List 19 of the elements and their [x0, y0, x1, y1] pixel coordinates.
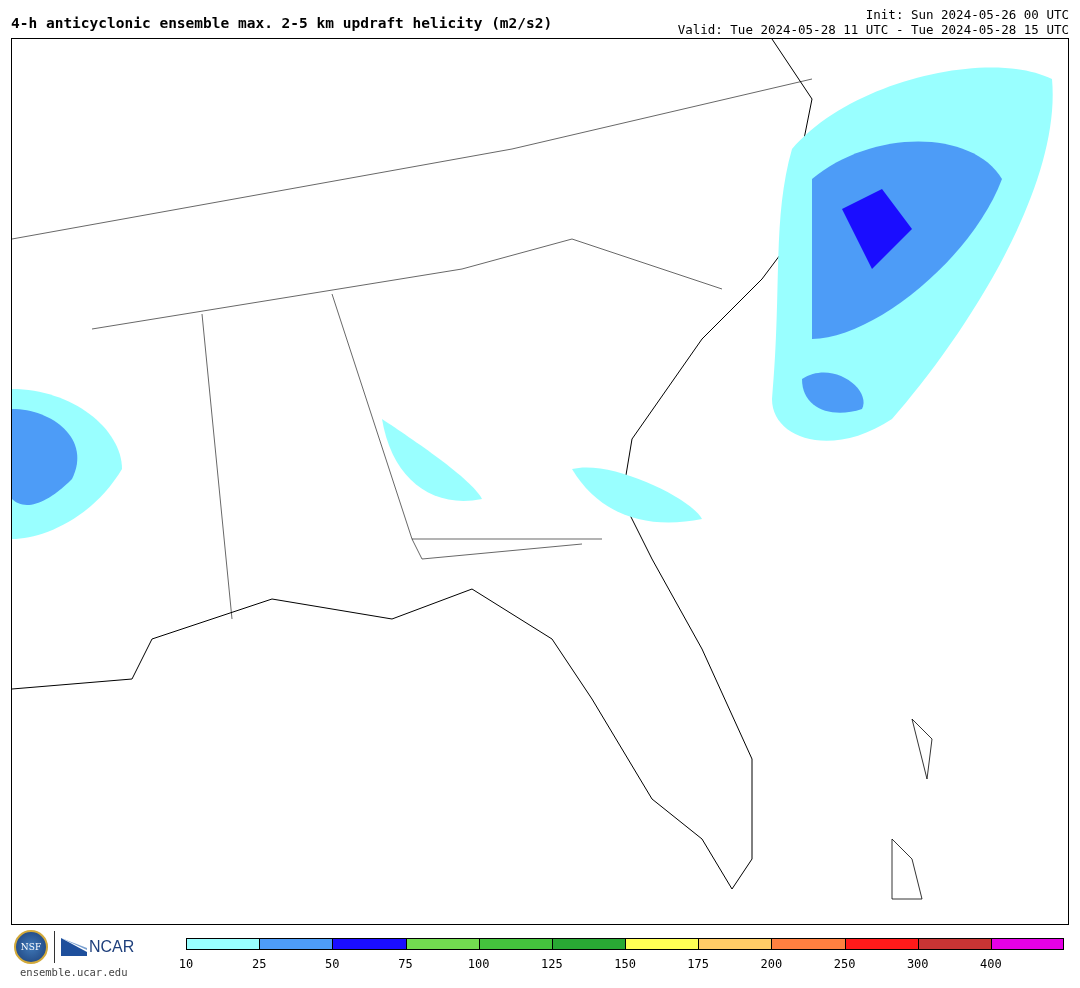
colorbar-tick-label: 400	[980, 957, 1002, 971]
valid-time: Valid: Tue 2024-05-28 11 UTC - Tue 2024-05-28 15 UTC	[677, 22, 1069, 37]
ncar-wordmark: NCAR	[89, 938, 135, 956]
site-url: ensemble.ucar.edu	[20, 966, 128, 978]
colorbar-tick-label: 25	[251, 957, 267, 971]
colorbar-tick-label: 100	[467, 957, 490, 971]
chart-title: 4-h anticyclonic ensemble max. 2-5 km updraft helicity (m2/s2)	[11, 15, 553, 33]
colorbar-tick-label: 125	[541, 957, 563, 971]
ncar-flag-icon	[61, 938, 87, 956]
init-time: Init: Sun 2024-05-26 00 UTC	[865, 7, 1069, 22]
colorbar-tick-label: 175	[687, 957, 710, 971]
colorbar-tick-label: 75	[398, 957, 413, 971]
colorbar-tick-label: 150	[614, 957, 636, 971]
colorbar-tick-label: 250	[833, 957, 856, 971]
colorbar-tick-label: 300	[906, 957, 929, 971]
colorbar-tick-label: 50	[325, 957, 340, 971]
seal-logo: NSF	[14, 930, 48, 964]
colorbar-tick-label: 10	[178, 957, 194, 971]
colorbar-tick-label: 200	[760, 957, 783, 971]
